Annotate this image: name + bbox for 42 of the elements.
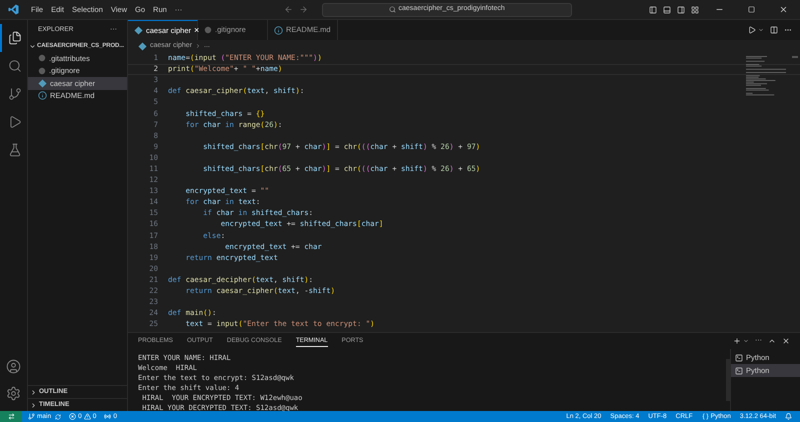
ports-icon [104, 413, 112, 420]
play-icon [8, 115, 22, 129]
terminal-icon [735, 366, 743, 374]
toggle-secondary-sidebar-icon[interactable] [677, 6, 685, 14]
layout-icon[interactable] [691, 6, 699, 14]
scrollbar [792, 56, 798, 58]
toggle-sidebar-icon[interactable] [649, 6, 657, 14]
close-icon[interactable] [779, 5, 788, 14]
toggle-panel-icon[interactable] [663, 6, 671, 14]
notifications-icon[interactable] [785, 413, 792, 420]
settings-icon[interactable] [6, 386, 21, 401]
minimap-drawing [746, 56, 786, 98]
warning-icon [84, 413, 91, 420]
source-control-icon [8, 87, 22, 101]
close-tab-button[interactable]: × [194, 26, 200, 35]
braces-icon [702, 413, 709, 420]
app-logo-icon [8, 4, 19, 15]
new-terminal-icon[interactable] [733, 337, 741, 345]
chevron-down-icon[interactable] [758, 27, 764, 33]
remote-icon [8, 413, 14, 420]
forward-icon[interactable] [298, 5, 308, 14]
branch-icon [28, 413, 35, 420]
restore-icon[interactable] [748, 6, 755, 13]
back-icon[interactable] [284, 5, 293, 14]
search-icon [388, 6, 396, 13]
account-icon[interactable] [6, 359, 21, 374]
terminal-icon [735, 354, 743, 362]
sync-icon [55, 414, 62, 420]
search-icon [8, 59, 22, 73]
remote-button[interactable] [0, 411, 22, 422]
chevron-down-icon[interactable] [743, 338, 749, 344]
info-icon [38, 91, 47, 100]
info-icon [274, 26, 283, 34]
error-icon [69, 413, 76, 420]
file-icon [204, 26, 212, 34]
split-editor-icon[interactable] [770, 26, 778, 34]
files-icon [8, 31, 22, 45]
flask-icon [8, 143, 22, 157]
close-panel-icon[interactable] [782, 337, 790, 345]
maximize-panel-icon[interactable] [768, 337, 776, 345]
chevron-right-icon [195, 43, 202, 49]
run-icon[interactable] [748, 26, 756, 34]
